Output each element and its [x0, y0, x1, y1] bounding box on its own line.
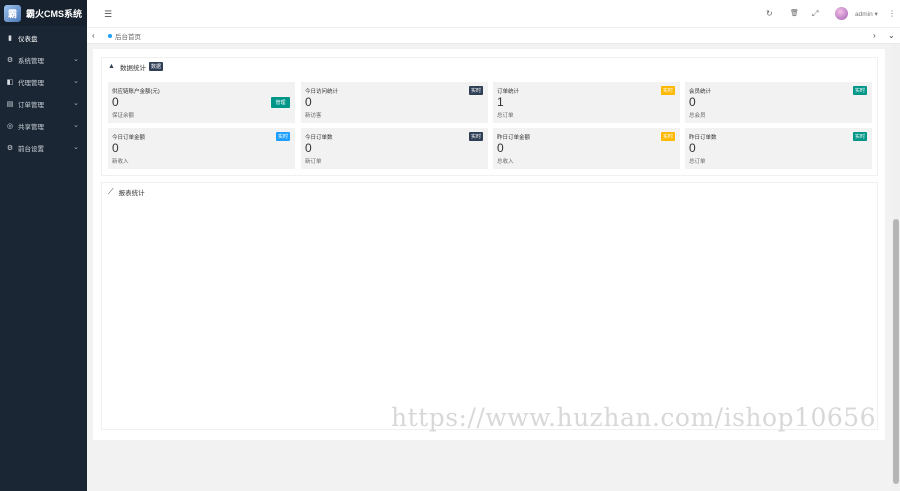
sidebar-item-share[interactable]: ◎ 共享管理 ⌄	[0, 115, 87, 137]
main-content: ▲ 数据统计 数据 供应链账户金额(元) 0 保证余额 管理 今日访问统计 实时…	[93, 49, 885, 440]
card-title: 今日访问统计	[305, 89, 339, 95]
sidebar-item-label: 仪表盘	[18, 36, 38, 43]
trash-icon[interactable]: 🗑	[790, 9, 799, 17]
stats-header: ▲ 数据统计 数据	[102, 58, 877, 75]
card-value: 0	[689, 95, 696, 109]
stat-card-today-order-count: 今日订单数 实时 0 新订单	[301, 128, 488, 169]
card-sub: 保证余额	[112, 113, 135, 119]
chevron-down-icon: ⌄	[73, 56, 79, 63]
stat-card-orders: 订单统计 实时 1 总订单	[493, 82, 680, 123]
report-panel: ⟋ 报表统计	[101, 182, 878, 430]
card-title: 会员统计	[689, 89, 712, 95]
report-header: ⟋ 报表统计	[102, 183, 877, 200]
tab-prev-icon[interactable]: ‹	[92, 31, 95, 40]
card-sub: 新访客	[305, 113, 322, 119]
stat-card-yesterday-order-count: 昨日订单数 实时 0 总订单	[685, 128, 872, 169]
active-dot-icon	[108, 34, 112, 38]
card-value: 0	[112, 141, 119, 155]
menu-toggle-icon[interactable]: ☰	[104, 9, 112, 20]
chevron-down-icon: ⌄	[73, 78, 79, 85]
tab-bar: ‹ 后台首页 › ⌄	[87, 28, 900, 44]
card-badge: 实时	[852, 86, 867, 95]
card-badge: 实时	[852, 132, 867, 141]
stat-card-members: 会员统计 实时 0 总会员	[685, 82, 872, 123]
card-value: 1	[497, 95, 504, 109]
card-badge: 实时	[468, 132, 483, 141]
sidebar-item-agents[interactable]: ◧ 代理管理 ⌄	[0, 71, 87, 93]
scrollbar-thumb[interactable]	[893, 219, 899, 484]
card-sub: 总收入	[497, 159, 514, 165]
sidebar-nav: ▮ 仪表盘 ⚙ 系统管理 ⌄ ◧ 代理管理 ⌄ ▤ 订单管理 ⌄ ◎ 共享管理 …	[0, 27, 87, 159]
sidebar-item-dashboard[interactable]: ▮ 仪表盘	[0, 27, 87, 49]
card-title: 昨日订单金额	[497, 135, 531, 141]
card-title: 供应链账户金额(元)	[112, 89, 160, 95]
card-badge: 实时	[660, 132, 675, 141]
card-sub: 总会员	[689, 113, 706, 119]
watermark: https://www.huzhan.com/ishop10656	[391, 403, 877, 432]
share-icon: ◎	[6, 123, 14, 130]
card-value: 0	[689, 141, 696, 155]
stats-panel: ▲ 数据统计 数据 供应链账户金额(元) 0 保证余额 管理 今日访问统计 实时…	[101, 57, 878, 176]
logo-icon: 霸	[4, 4, 21, 22]
card-title: 今日订单数	[305, 135, 333, 141]
manage-button[interactable]: 管理	[271, 97, 290, 108]
stat-card-today-visits: 今日访问统计 实时 0 新访客	[301, 82, 488, 123]
stats-badge: 数据	[148, 62, 163, 71]
chevron-down-icon: ⌄	[73, 144, 79, 151]
agent-icon: ◧	[6, 79, 14, 86]
card-value: 0	[305, 141, 312, 155]
order-icon: ▤	[6, 101, 14, 108]
stat-card-yesterday-order-amount: 昨日订单金额 实时 0 总收入	[493, 128, 680, 169]
card-title: 昨日订单数	[689, 135, 717, 141]
chevron-down-icon: ⌄	[73, 100, 79, 107]
card-title: 今日订单金额	[112, 135, 146, 141]
sidebar: 霸 霸火CMS系统 ▮ 仪表盘 ⚙ 系统管理 ⌄ ◧ 代理管理 ⌄ ▤ 订单管理…	[0, 0, 87, 491]
report-title: 报表统计	[118, 189, 145, 197]
card-badge: 实时	[660, 86, 675, 95]
logo[interactable]: 霸 霸火CMS系统	[0, 0, 87, 26]
gear-icon: ⚙	[6, 57, 14, 64]
card-value: 0	[497, 141, 504, 155]
card-badge: 实时	[468, 86, 483, 95]
page-scrollbar[interactable]	[892, 44, 900, 491]
card-sub: 新收入	[112, 159, 129, 165]
sidebar-item-label: 共享管理	[18, 124, 44, 131]
sidebar-item-orders[interactable]: ▤ 订单管理 ⌄	[0, 93, 87, 115]
sidebar-item-label: 前台设置	[18, 146, 44, 153]
tab-dropdown-icon[interactable]: ⌄	[888, 31, 895, 40]
card-badge: 实时	[275, 132, 290, 141]
more-icon[interactable]: ⋮	[888, 9, 896, 18]
sidebar-item-frontend-settings[interactable]: ⚙ 前台设置 ⌄	[0, 137, 87, 159]
dashboard-icon: ▮	[8, 35, 12, 42]
card-value: 0	[112, 95, 119, 109]
card-sub: 总订单	[497, 113, 514, 119]
card-value: 0	[305, 95, 312, 109]
card-sub: 总订单	[689, 159, 706, 165]
tab-home[interactable]: 后台首页	[108, 31, 141, 41]
settings-icon: ⚙	[6, 145, 14, 152]
sidebar-item-label: 系统管理	[18, 58, 44, 65]
user-menu[interactable]: admin ▾	[855, 10, 878, 18]
stat-card-today-order-amount: 今日订单金额 实时 0 新收入	[108, 128, 295, 169]
sidebar-item-system[interactable]: ⚙ 系统管理 ⌄	[0, 49, 87, 71]
avatar[interactable]	[835, 7, 848, 20]
sidebar-item-label: 代理管理	[18, 80, 44, 87]
top-bar: ☰ ↻ 🗑 ⤢ admin ▾ ⋮	[87, 0, 900, 28]
refresh-icon[interactable]: ↻	[766, 9, 773, 18]
fullscreen-icon[interactable]: ⤢	[812, 9, 818, 19]
card-title: 订单统计	[497, 89, 520, 95]
tab-label: 后台首页	[115, 34, 141, 41]
app-title: 霸火CMS系统	[26, 8, 82, 19]
tab-next-icon[interactable]: ›	[873, 31, 876, 40]
stat-card-supply-balance: 供应链账户金额(元) 0 保证余额 管理	[108, 82, 295, 123]
warning-icon: ▲	[108, 63, 115, 70]
sidebar-item-label: 订单管理	[18, 102, 44, 109]
card-sub: 新订单	[305, 159, 322, 165]
chevron-down-icon: ⌄	[73, 122, 79, 129]
line-chart-icon: ⟋	[108, 186, 114, 196]
stats-title: 数据统计	[119, 64, 146, 72]
